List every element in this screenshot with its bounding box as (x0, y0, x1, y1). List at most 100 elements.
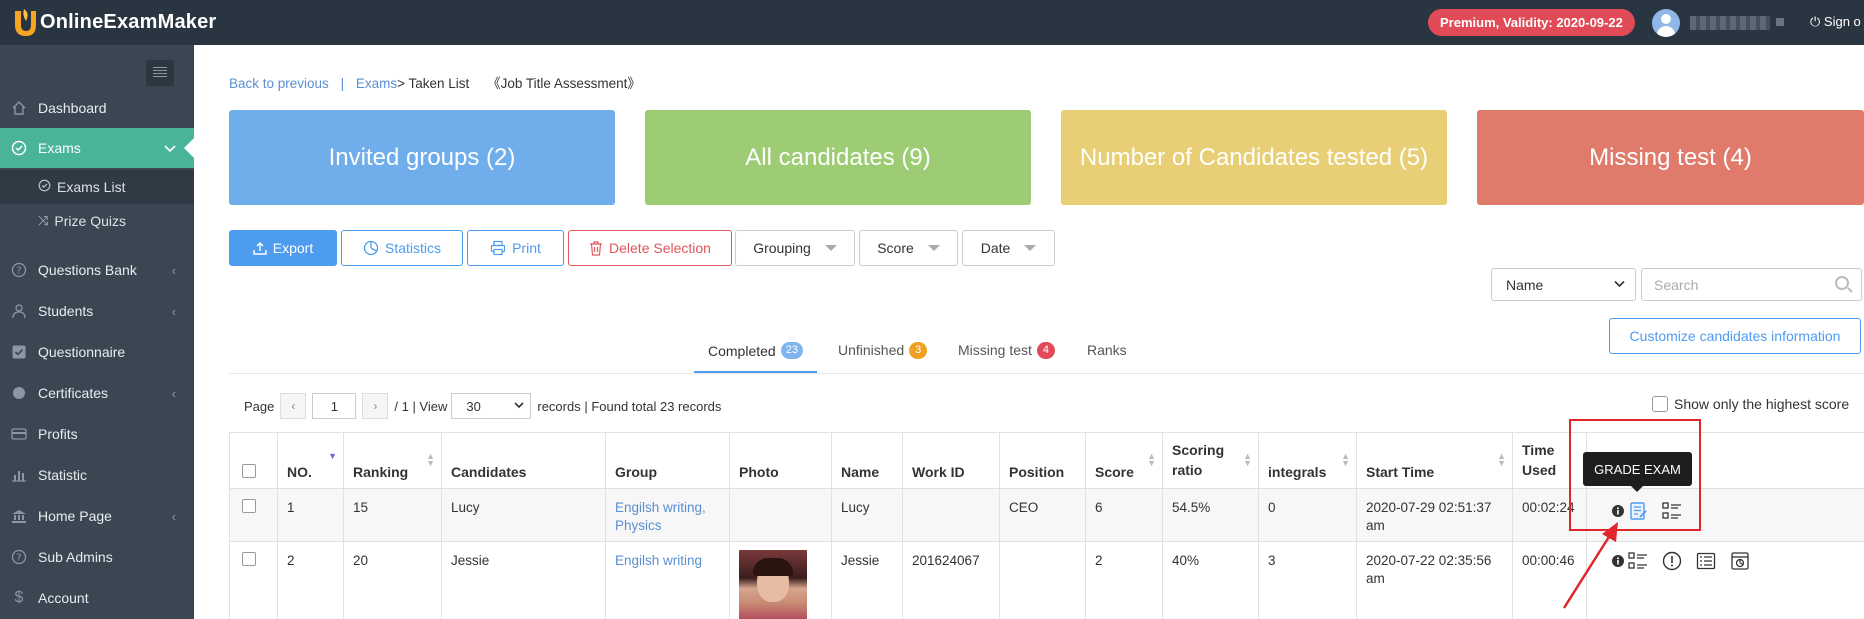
tab-completed[interactable]: Completed 23 (694, 330, 817, 374)
back-link[interactable]: Back to previous (229, 76, 329, 91)
date-dropdown[interactable]: Date (962, 230, 1055, 266)
tab-missing-test[interactable]: Missing test 4 (958, 330, 1055, 370)
delete-label: Delete Selection (609, 240, 711, 256)
caret-down-icon (927, 245, 940, 251)
statistics-button[interactable]: Statistics (341, 230, 463, 266)
sidebar-item-label: Certificates (38, 385, 109, 401)
candidate-photo[interactable] (739, 550, 807, 619)
header-start-time[interactable]: Start Time ▲ ▼ (1357, 433, 1513, 489)
logo-icon (15, 9, 36, 36)
highest-score-toggle[interactable]: Show only the highest score (1652, 396, 1849, 412)
sidebar-item-sub-admins[interactable]: ? Sub Admins (0, 537, 194, 577)
highest-score-checkbox[interactable] (1652, 396, 1668, 412)
username-blurred-tail (1776, 18, 1784, 26)
search-icon[interactable] (1835, 276, 1849, 290)
sidebar-item-account[interactable]: $ Account (0, 578, 194, 618)
list-icon[interactable] (1695, 550, 1717, 572)
cell-integrals: 3 (1259, 542, 1357, 619)
score-label: Score (877, 240, 914, 256)
cell-group: Engilsh writing (606, 542, 730, 619)
sidebar-item-exams[interactable]: Exams (0, 128, 194, 168)
sidebar-subitem-prize-quizs[interactable]: ⤨ Prize Quizs (0, 204, 194, 238)
logo-text: OnlineExamMaker (40, 10, 217, 33)
next-page-button[interactable]: › (362, 393, 389, 419)
header-label: Position (1009, 464, 1065, 480)
sidebar-item-statistic[interactable]: Statistic (0, 455, 194, 495)
tab-unfinished[interactable]: Unfinished 3 (838, 330, 928, 370)
sidebar-item-label: Profits (38, 426, 78, 442)
prev-page-button[interactable]: ‹ (280, 393, 307, 419)
card-all-candidates[interactable]: All candidates (9) (645, 110, 1031, 205)
bar-chart-icon (10, 466, 28, 484)
sort-icon[interactable]: ▲ ▼ (1341, 452, 1350, 468)
sidebar-subitem-exams-list[interactable]: Exams List (0, 170, 194, 204)
breadcrumb-exams-link[interactable]: Exams (356, 76, 397, 91)
checkbox-icon (10, 343, 28, 361)
sort-icon[interactable]: ▲ ▼ (1243, 452, 1252, 468)
date-label: Date (980, 240, 1011, 256)
card-missing-test[interactable]: Missing test (4) (1477, 110, 1864, 205)
sign-out-link[interactable]: ⏻ Sign o (1810, 14, 1861, 30)
card-candidates-tested[interactable]: Number of Candidates tested (5) (1061, 110, 1447, 205)
avatar[interactable] (1652, 9, 1680, 37)
sidebar-item-label: Questionnaire (38, 344, 126, 360)
sidebar-subitem-label: Exams List (57, 179, 126, 195)
search-field-select[interactable]: Name (1491, 268, 1636, 301)
header-scoring-ratio[interactable]: Scoring ratio ▲ ▼ (1163, 433, 1259, 489)
sidebar-item-certificates[interactable]: Certificates ‹ (0, 373, 194, 413)
sort-icon[interactable]: ▲ ▼ (1147, 452, 1156, 468)
tab-ranks[interactable]: Ranks (1087, 330, 1127, 370)
sidebar-item-dashboard[interactable]: Dashboard (0, 88, 194, 128)
cell-ranking: 15 (344, 489, 442, 541)
sort-icon[interactable]: ▲ ▼ (426, 452, 435, 468)
page-label: Page (244, 398, 275, 414)
print-button[interactable]: Print (467, 230, 564, 266)
search-input[interactable]: Search (1641, 268, 1862, 301)
cell-no: 1 (278, 489, 344, 541)
annotation-arrow (1562, 522, 1618, 609)
group-link[interactable]: Engilsh writing, Physics (615, 500, 706, 533)
score-dropdown[interactable]: Score (859, 230, 958, 266)
per-page-select[interactable]: 30 (451, 393, 532, 419)
customize-candidates-button[interactable]: Customize candidates information (1609, 318, 1861, 354)
header-ranking[interactable]: Ranking ▲ ▼ (344, 433, 442, 489)
header-name: Name (832, 433, 903, 489)
row-checkbox[interactable] (242, 552, 256, 566)
grouping-dropdown[interactable]: Grouping (735, 230, 855, 266)
header-integrals[interactable]: integrals ▲ ▼ (1259, 433, 1357, 489)
dot-icon (10, 384, 28, 402)
header-position: Position (1000, 433, 1086, 489)
sidebar-item-questions-bank[interactable]: ? Questions Bank ‹ (0, 250, 194, 290)
row-checkbox[interactable] (242, 499, 256, 513)
logo[interactable]: OnlineExamMaker (12, 6, 216, 38)
sidebar-item-label: Questions Bank (38, 262, 137, 278)
premium-badge[interactable]: Premium, Validity: 2020-09-22 (1428, 9, 1635, 36)
page-number-input[interactable]: 1 (312, 393, 357, 419)
search-placeholder: Search (1654, 276, 1699, 293)
highest-score-label: Show only the highest score (1674, 396, 1850, 412)
header-no[interactable]: NO. ▼ (278, 433, 344, 489)
select-all-checkbox[interactable] (242, 464, 256, 478)
header-score[interactable]: Score ▲ ▼ (1086, 433, 1163, 489)
sidebar-item-questionnaire[interactable]: Questionnaire (0, 332, 194, 372)
power-icon: ⏻ (1810, 14, 1821, 29)
sidebar-toggle-button[interactable] (146, 60, 174, 86)
delete-selection-button[interactable]: Delete Selection (568, 230, 732, 266)
report-icon[interactable] (1729, 550, 1751, 572)
sidebar-item-home-page[interactable]: Home Page ‹ (0, 496, 194, 536)
card-label: Invited groups (2) (328, 143, 516, 171)
export-button[interactable]: Export (229, 230, 337, 266)
sort-icon[interactable]: ▲ ▼ (1497, 452, 1506, 468)
cell-position (1000, 542, 1086, 619)
question-circle-icon: ? (10, 261, 28, 279)
sort-desc-icon[interactable]: ▼ (328, 452, 337, 461)
sidebar-item-profits[interactable]: Profits (0, 414, 194, 454)
chevron-left-icon: ‹ (171, 508, 176, 524)
header-label: Start Time (1366, 464, 1435, 480)
chevron-left-icon: ‹ (171, 385, 176, 401)
group-link[interactable]: Engilsh writing (615, 553, 702, 568)
sidebar-item-students[interactable]: Students ‹ (0, 291, 194, 331)
username-blurred[interactable] (1690, 16, 1770, 30)
card-invited-groups[interactable]: Invited groups (2) (229, 110, 615, 205)
warning-icon[interactable] (1661, 550, 1683, 572)
